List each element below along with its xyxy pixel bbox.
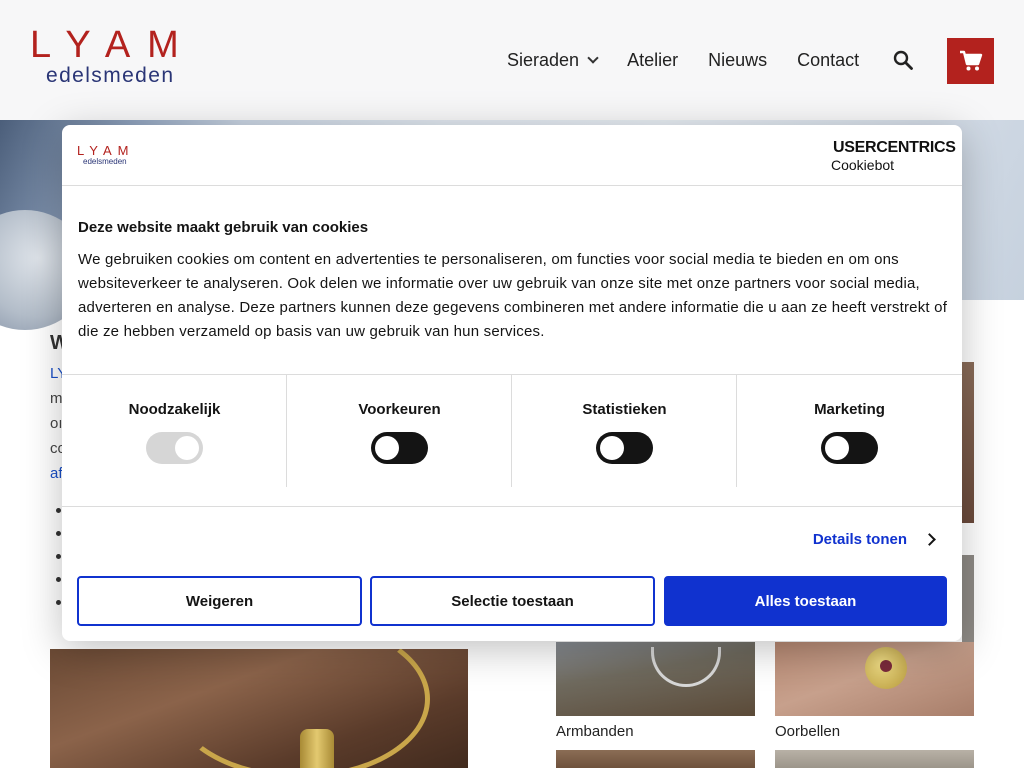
category-label: Voorkeuren — [358, 401, 441, 418]
cart-icon — [959, 50, 982, 71]
category-statistieken: Statistieken — [511, 375, 736, 487]
cookie-consent-dialog: LYAM edelsmeden USERCENTRICS Cookiebot D… — [62, 125, 962, 641]
content-link[interactable]: af — [50, 465, 63, 482]
gem-shape — [880, 660, 892, 672]
dialog-body-text: We gebruiken cookies om content en adver… — [78, 251, 948, 340]
list-bullet — [56, 600, 61, 605]
category-photo[interactable] — [775, 750, 974, 768]
nav-item-atelier[interactable]: Atelier — [627, 50, 678, 71]
chevron-right-icon — [923, 533, 936, 546]
category-label: Marketing — [814, 401, 885, 418]
details-toggle-link[interactable]: Details tonen — [812, 531, 936, 548]
provider-product: Cookiebot — [831, 157, 895, 173]
dialog-logo-subtitle: edelsmeden — [83, 157, 127, 166]
nav-item-sieraden[interactable]: Sieraden — [507, 49, 599, 71]
toggle-voorkeuren[interactable] — [371, 432, 428, 464]
nav-item-nieuws[interactable]: Nieuws — [708, 50, 767, 71]
category-label-oorbellen[interactable]: Oorbellen — [775, 723, 840, 740]
toggle-noodzakelijk — [146, 432, 203, 464]
logo-subtitle: edelsmeden — [46, 64, 175, 87]
list-bullet — [56, 508, 61, 513]
details-label: Details tonen — [812, 531, 907, 548]
list-bullet — [56, 577, 61, 582]
site-header: LYAM edelsmeden Sieraden Atelier Nieuws … — [0, 0, 1024, 120]
nav-item-label: Sieraden — [507, 49, 580, 70]
bracelet-shape — [651, 647, 721, 687]
dialog-brand-logo: LYAM edelsmeden — [77, 144, 134, 167]
deny-button[interactable]: Weigeren — [77, 576, 362, 626]
logo-wordmark: LYAM — [30, 24, 196, 66]
category-noodzakelijk: Noodzakelijk — [62, 375, 287, 487]
category-marketing: Marketing — [736, 375, 961, 487]
category-photo[interactable] — [962, 362, 974, 523]
nav-item-label: Contact — [797, 49, 860, 70]
dialog-header: LYAM edelsmeden USERCENTRICS Cookiebot — [62, 125, 962, 186]
toggle-knob — [175, 436, 199, 460]
category-label: Noodzakelijk — [128, 401, 221, 418]
dialog-title: Deze website maakt gebruik van cookies — [78, 219, 369, 236]
category-photo[interactable] — [962, 555, 974, 645]
consent-categories: Noodzakelijk Voorkeuren Statistieken Mar… — [62, 374, 962, 507]
toggle-statistieken[interactable] — [596, 432, 653, 464]
usercentrics-wordmark: USERCENTRICS — [831, 139, 956, 157]
main-nav: Sieraden Atelier Nieuws Contact — [507, 48, 889, 72]
category-photo-oorbellen[interactable] — [775, 642, 974, 716]
list-bullet — [56, 554, 61, 559]
list-bullet — [56, 531, 61, 536]
pendant-shape — [300, 729, 334, 768]
toggle-knob — [825, 436, 849, 460]
category-photo[interactable] — [556, 750, 755, 768]
content-text: oı — [50, 415, 63, 432]
dialog-logo-wordmark: LYAM — [77, 143, 135, 158]
necklace-photo — [50, 649, 468, 768]
provider-name: USERCENTRICS — [833, 139, 956, 156]
cart-button[interactable] — [947, 38, 994, 84]
usercentrics-logo[interactable]: USERCENTRICS Cookiebot — [831, 139, 956, 173]
site-logo[interactable]: LYAM edelsmeden — [30, 26, 220, 88]
nav-item-contact[interactable]: Contact — [797, 50, 859, 71]
allow-selection-button[interactable]: Selectie toestaan — [370, 576, 655, 626]
search-icon[interactable] — [893, 50, 913, 70]
chevron-down-icon — [587, 52, 599, 64]
category-label: Statistieken — [582, 401, 667, 418]
toggle-knob — [600, 436, 624, 460]
toggle-marketing[interactable] — [821, 432, 878, 464]
category-photo-armbanden[interactable] — [556, 642, 755, 716]
nav-item-label: Nieuws — [708, 49, 768, 70]
category-label-armbanden[interactable]: Armbanden — [556, 723, 634, 740]
toggle-knob — [375, 436, 399, 460]
category-voorkeuren: Voorkeuren — [286, 375, 511, 487]
allow-all-button[interactable]: Alles toestaan — [664, 576, 947, 626]
content-text: m — [50, 390, 63, 407]
nav-item-label: Atelier — [627, 49, 679, 70]
